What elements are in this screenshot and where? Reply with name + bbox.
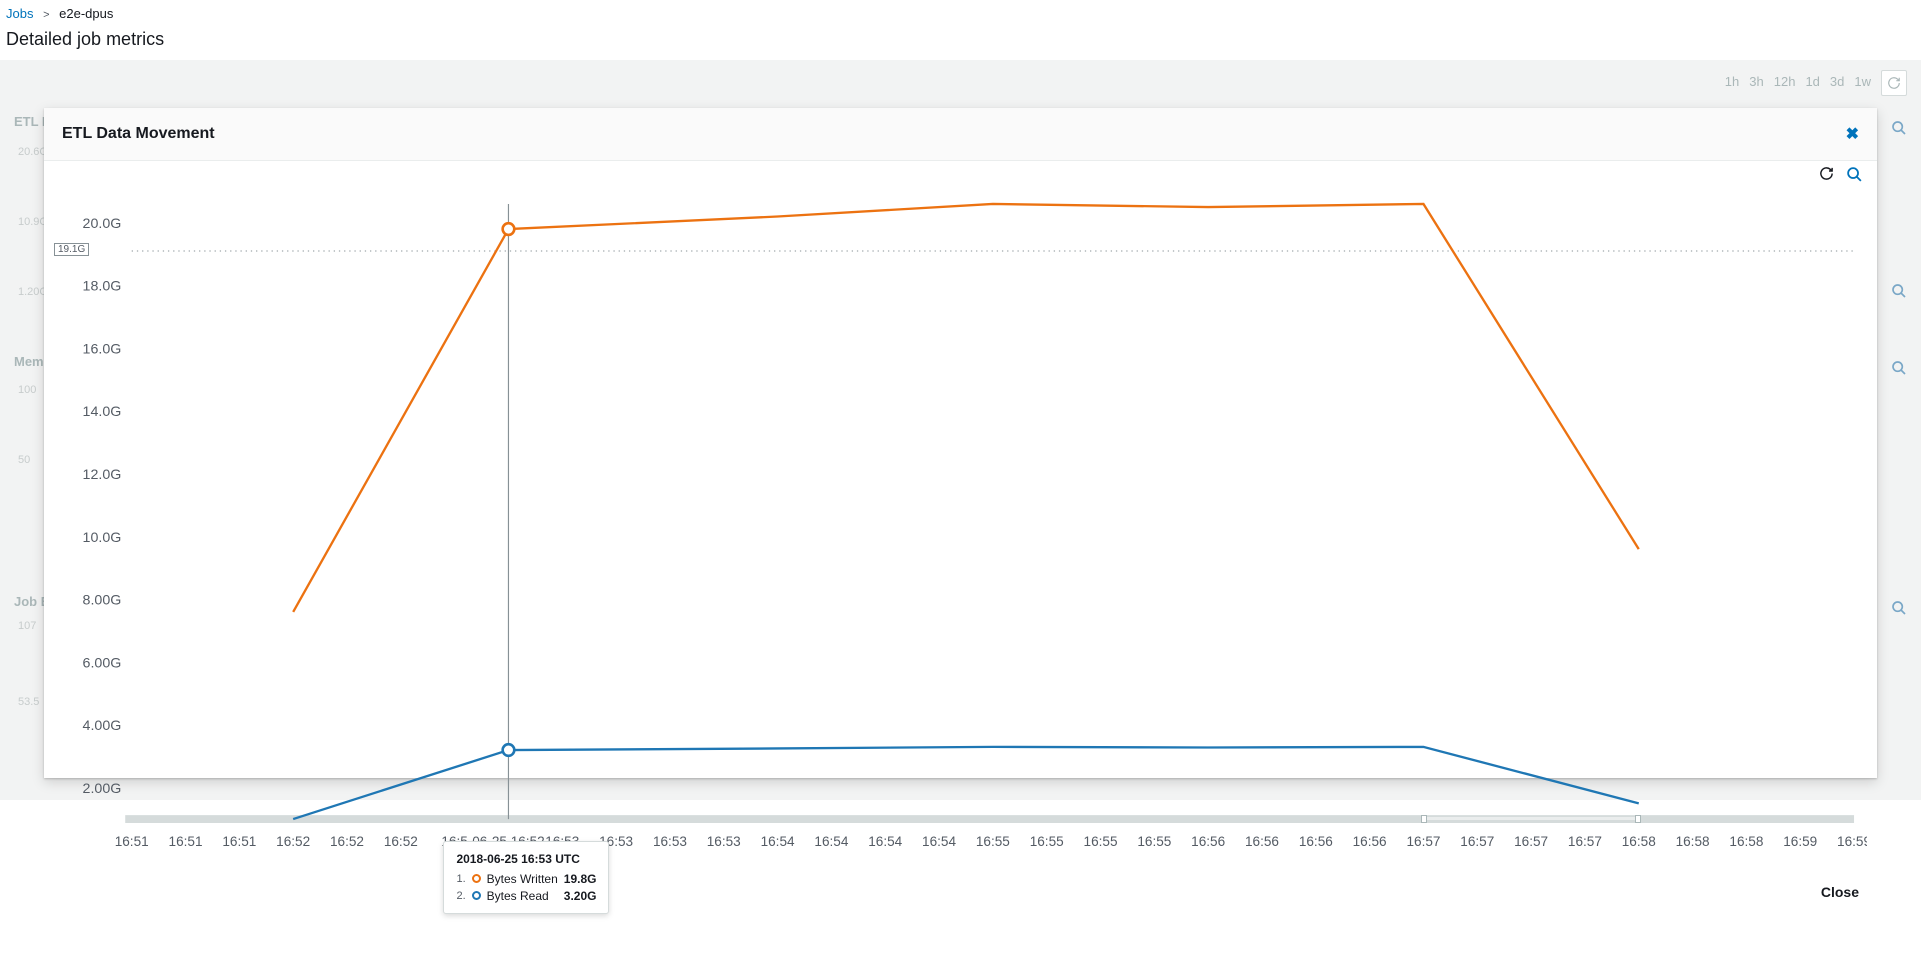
svg-text:16:56: 16:56 [1353, 834, 1387, 849]
svg-text:16:55: 16:55 [976, 834, 1010, 849]
chart-container[interactable]: 2.00G 4.00G 6.00G 8.00G 10.0G 12.0G 14.0G 16.0G… [44, 161, 1877, 872]
svg-text:16:52: 16:52 [276, 834, 310, 849]
svg-text:16:56: 16:56 [1299, 834, 1333, 849]
x-range-scrollbar[interactable] [1423, 816, 1638, 821]
page-title: Detailed job metrics [0, 25, 1921, 60]
svg-text:16:53: 16:53 [707, 834, 741, 849]
bg-y-tick: 100 [18, 384, 36, 396]
svg-text:16:52: 16:52 [384, 834, 418, 849]
tooltip-row: 1.Bytes Written19.8G [456, 872, 596, 886]
svg-text:16:51: 16:51 [222, 834, 256, 849]
svg-text:14.0G: 14.0G [83, 404, 122, 420]
bg-zoom-icon[interactable] [1891, 600, 1907, 619]
time-range-1d[interactable]: 1d [1805, 74, 1819, 89]
svg-text:2.00G: 2.00G [83, 781, 122, 797]
svg-text:4.00G: 4.00G [83, 718, 122, 734]
svg-text:16:51: 16:51 [169, 834, 203, 849]
time-range-3d[interactable]: 3d [1830, 74, 1844, 89]
svg-text:16:54: 16:54 [868, 834, 902, 849]
svg-text:16:59: 16:59 [1837, 834, 1867, 849]
bg-y-tick: 50 [18, 454, 30, 466]
tooltip-row: 2.Bytes Read3.20G [456, 889, 596, 903]
time-range-1h[interactable]: 1h [1725, 74, 1739, 89]
dashboard-area: 1h3h12h1d3d1w ETL D20.6G10.9G1.20GMemo10… [0, 60, 1921, 800]
svg-text:16:55: 16:55 [1084, 834, 1118, 849]
bg-zoom-icon[interactable] [1891, 283, 1907, 302]
bg-y-tick: 53.5 [18, 696, 39, 708]
line-chart[interactable]: 2.00G 4.00G 6.00G 8.00G 10.0G 12.0G 14.0G 16.0G… [54, 191, 1867, 864]
svg-text:16:57: 16:57 [1406, 834, 1440, 849]
time-range-12h[interactable]: 12h [1774, 74, 1796, 89]
breadcrumb: Jobs > e2e-dpus [0, 0, 1921, 25]
bg-y-tick: 107 [18, 620, 36, 632]
bg-zoom-icon[interactable] [1891, 120, 1907, 139]
svg-text:18.0G: 18.0G [83, 279, 122, 295]
scroll-handle-left[interactable] [1421, 815, 1427, 823]
svg-text:16:56: 16:56 [1191, 834, 1225, 849]
time-range-1w[interactable]: 1w [1854, 74, 1871, 89]
time-range-3h[interactable]: 3h [1749, 74, 1763, 89]
scroll-handle-right[interactable] [1635, 815, 1641, 823]
modal-title: ETL Data Movement [62, 125, 215, 143]
svg-text:16:54: 16:54 [922, 834, 956, 849]
svg-text:16:57: 16:57 [1460, 834, 1494, 849]
svg-text:16:53: 16:53 [653, 834, 687, 849]
svg-text:16:55: 16:55 [1137, 834, 1171, 849]
svg-text:16:52: 16:52 [330, 834, 364, 849]
close-icon[interactable]: ✖ [1846, 124, 1859, 144]
svg-text:16:57: 16:57 [1568, 834, 1602, 849]
svg-text:16:54: 16:54 [814, 834, 848, 849]
time-range-selector: 1h 3h 12h 1d 3d 1w [1725, 74, 1871, 89]
svg-text:16:59: 16:59 [1783, 834, 1817, 849]
svg-text:16:58: 16:58 [1729, 834, 1763, 849]
svg-text:16:54: 16:54 [761, 834, 795, 849]
breadcrumb-root-link[interactable]: Jobs [6, 6, 33, 21]
refresh-button[interactable] [1881, 70, 1907, 96]
chevron-right-icon: > [43, 9, 49, 21]
modal-footer: Close [44, 872, 1877, 912]
svg-text:16:58: 16:58 [1676, 834, 1710, 849]
breadcrumb-current: e2e-dpus [59, 6, 113, 21]
bg-zoom-icon[interactable] [1891, 360, 1907, 379]
hover-y-value-badge: 19.1G [54, 243, 89, 256]
close-button[interactable]: Close [1821, 884, 1859, 900]
chart-tooltip: 2018-06-25 16:53 UTC 1.Bytes Written19.8… [443, 841, 609, 914]
svg-text:20.0G: 20.0G [83, 216, 122, 232]
svg-text:16:56: 16:56 [1245, 834, 1279, 849]
svg-text:8.00G: 8.00G [83, 593, 122, 609]
svg-text:16:58: 16:58 [1622, 834, 1656, 849]
svg-text:16:57: 16:57 [1514, 834, 1548, 849]
svg-text:12.0G: 12.0G [83, 467, 122, 483]
svg-text:16:51: 16:51 [115, 834, 149, 849]
tooltip-timestamp: 2018-06-25 16:53 UTC [456, 852, 596, 866]
svg-text:10.0G: 10.0G [83, 530, 122, 546]
svg-text:6.00G: 6.00G [83, 655, 122, 671]
modal-header: ETL Data Movement ✖ [44, 108, 1877, 161]
svg-text:16:55: 16:55 [1030, 834, 1064, 849]
chart-modal: ETL Data Movement ✖ 2.00G4.00G6.00G8.00G… [44, 108, 1877, 778]
svg-text:16.0G: 16.0G [83, 341, 122, 357]
